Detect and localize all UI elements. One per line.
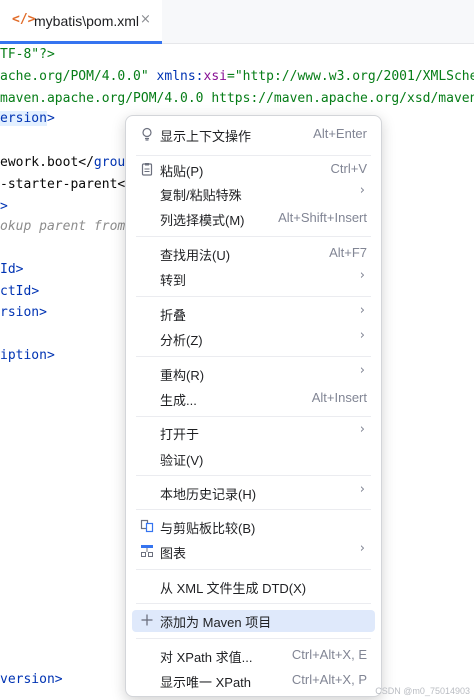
chevron-right-icon: ›: [359, 482, 365, 497]
code-line-10: ctId>: [0, 284, 40, 299]
menu-item-goto[interactable]: 转到 ›: [132, 268, 375, 290]
menu-separator: [136, 569, 371, 570]
chevron-right-icon: ›: [359, 363, 365, 378]
menu-separator: [136, 236, 371, 237]
plus-icon: [140, 613, 154, 627]
chevron-right-icon: ›: [359, 183, 365, 198]
code-line-4: ersion>: [0, 111, 55, 126]
code-line-3: maven.apache.org/POM/4.0.0 https://maven…: [0, 91, 474, 106]
tab-label: mybatis\pom.xml: [34, 13, 140, 29]
menu-item-add-maven-project[interactable]: 添加为 Maven 项目: [132, 610, 375, 632]
menu-item-folding[interactable]: 折叠 ›: [132, 303, 375, 325]
menu-item-find-usages[interactable]: 查找用法(U) Alt+F7: [132, 243, 375, 265]
menu-item-analyze[interactable]: 分析(Z) ›: [132, 328, 375, 350]
menu-item-open-in[interactable]: 打开于 ›: [132, 422, 375, 444]
menu-item-copy-paste-special[interactable]: 复制/粘贴特殊 ›: [132, 183, 375, 205]
code-line-12: iption>: [0, 348, 55, 363]
code-line-1: TF-8"?>: [0, 47, 55, 62]
compare-icon: [140, 519, 154, 533]
menu-separator: [136, 416, 371, 417]
lightbulb-icon: [140, 127, 154, 141]
chevron-right-icon: ›: [359, 422, 365, 437]
menu-item-generate-dtd[interactable]: 从 XML 文件生成 DTD(X): [132, 576, 375, 598]
code-line-13: version>: [0, 672, 63, 687]
menu-item-evaluate-xpath[interactable]: 对 XPath 求值... Ctrl+Alt+X, E: [132, 645, 375, 667]
code-line-11: rsion>: [0, 305, 47, 320]
menu-item-paste[interactable]: 粘贴(P) Ctrl+V: [132, 159, 375, 181]
menu-item-validate[interactable]: 验证(V): [132, 448, 375, 470]
menu-separator: [136, 475, 371, 476]
menu-separator: [136, 155, 371, 156]
menu-item-local-history[interactable]: 本地历史记录(H) ›: [132, 482, 375, 504]
code-line-8: okup parent from: [0, 219, 126, 234]
menu-item-show-unique-xpath[interactable]: 显示唯一 XPath Ctrl+Alt+X, P: [132, 670, 375, 692]
menu-separator: [136, 603, 371, 604]
tab-pom-xml[interactable]: </> mybatis\pom.xml ×: [0, 0, 162, 44]
context-menu: 显示上下文操作 Alt+Enter 粘贴(P) Ctrl+V 复制/粘贴特殊 ›…: [125, 115, 382, 697]
menu-item-compare-with-clipboard[interactable]: 与剪贴板比较(B): [132, 516, 375, 538]
code-line-9: Id>: [0, 262, 24, 277]
menu-item-generate[interactable]: 生成... Alt+Insert: [132, 388, 375, 410]
menu-item-refactor[interactable]: 重构(R) ›: [132, 363, 375, 385]
menu-separator: [136, 638, 371, 639]
code-line-7: >: [0, 199, 8, 214]
clipboard-icon: [140, 162, 154, 176]
menu-separator: [136, 356, 371, 357]
menu-item-column-selection-mode[interactable]: 列选择模式(M) Alt+Shift+Insert: [132, 208, 375, 230]
diagram-icon: [140, 544, 154, 558]
chevron-right-icon: ›: [359, 303, 365, 318]
editor-tab-bar: </> mybatis\pom.xml ×: [0, 0, 474, 44]
code-line-6: -starter-parent<: [0, 177, 126, 192]
xml-file-icon: </>: [12, 12, 36, 27]
chevron-right-icon: ›: [359, 268, 365, 283]
menu-separator: [136, 509, 371, 510]
chevron-right-icon: ›: [359, 328, 365, 343]
code-line-5: ework.boot</grou: [0, 155, 126, 170]
menu-item-show-context-actions[interactable]: 显示上下文操作 Alt+Enter: [132, 124, 375, 146]
watermark: CSDN @m0_75014903: [375, 686, 470, 696]
menu-separator: [136, 296, 371, 297]
close-icon[interactable]: ×: [140, 12, 151, 27]
menu-item-diagrams[interactable]: 图表 ›: [132, 541, 375, 563]
chevron-right-icon: ›: [359, 541, 365, 556]
code-line-2: ache.org/POM/4.0.0" xmlns:xsi="http://ww…: [0, 69, 474, 84]
